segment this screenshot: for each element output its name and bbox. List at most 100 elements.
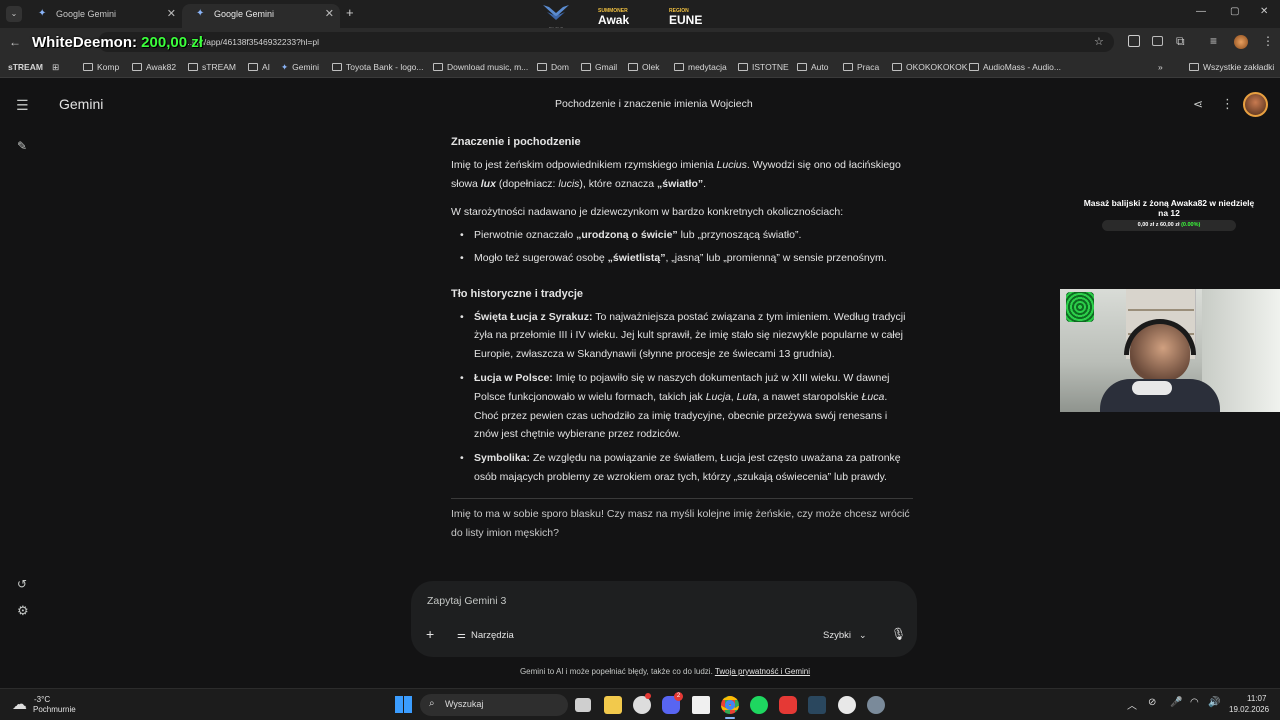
recorder-icon[interactable] [779,696,797,714]
bookmarks-bar: sTREAM ⊞ Komp Awak82 sTREAM AI ✦ Gemini T… [0,56,1280,78]
close-window-icon[interactable]: ✕ [1260,6,1268,17]
tab-gemini-2[interactable]: ✦ Google Gemini ✕ [182,4,340,28]
page-icon [969,63,979,71]
wifi-icon[interactable]: ◠ [1190,697,1199,708]
chevron-down-icon: ⌄ [858,630,867,640]
donation-amount: 200,00 zł [141,34,203,51]
bookmark-okok[interactable]: OKOKOKOKOK [892,60,967,74]
folder-icon [628,63,638,71]
bookmark-praca[interactable]: Praca [843,60,879,74]
extension-icon[interactable] [1128,35,1140,47]
settings-gear-icon[interactable]: ⚙ [17,603,29,619]
folder-icon [581,63,591,71]
bookmark-dom[interactable]: Dom [537,60,569,74]
bookmark-medytacja[interactable]: medytacja [674,60,727,74]
maximize-icon[interactable]: ▢ [1230,6,1239,17]
profile-avatar[interactable] [1234,35,1248,49]
discord-badge: 2 [674,692,683,701]
model-selector[interactable]: Szybki ⌄ [823,630,867,641]
obs-icon[interactable] [838,696,856,714]
conversation-title: Pochodzenie i znaczenie imienia Wojciech [555,98,753,110]
privacy-link[interactable]: Twoja prywatność i Gemini [715,667,810,676]
donor-name: WhiteDeemon: [32,34,137,51]
taskbar-search[interactable]: ⌕ Wyszukaj [420,694,568,716]
tray-chevron-icon[interactable]: ︿ [1127,697,1137,712]
region-name: EUNE [669,13,703,27]
weather-icon[interactable]: ☁ [12,695,27,713]
disclaimer: Gemini to AI i może popełniać błędy, tak… [519,667,811,676]
new-tab-button[interactable]: + [346,5,354,20]
tools-icon: ⚌ [457,630,466,641]
bookmarks-overflow-icon[interactable]: » [1158,60,1163,74]
clock-time[interactable]: 11:07 [1247,694,1266,703]
bookmark-gmail[interactable]: Gmail [581,60,617,74]
stream-goal-widget: Masaż balijski z żoną Awaka82 w niedziel… [1078,198,1260,231]
bookmark-komp[interactable]: Komp [83,60,119,74]
bookmark-auto[interactable]: Auto [797,60,829,74]
bookmark-audiomass[interactable]: AudioMass - Audio... [969,60,1061,74]
section-heading: Tło historyczne i tradycje [451,287,584,300]
bullet-list: Święta Łucja z Syrakuz: To najważniejsza… [451,308,913,487]
apps-grid-icon[interactable]: ⊞ [52,60,59,74]
stream-logo: FN DLP [540,3,572,31]
scroll-fade [420,557,920,581]
media-icon[interactable]: ≡ [1210,34,1217,48]
chrome-icon[interactable] [721,696,739,714]
prompt-input[interactable]: Zapytaj Gemini 3 [427,595,506,607]
volume-icon[interactable]: 🔊 [1208,697,1220,708]
close-icon[interactable]: ✕ [167,4,176,24]
all-bookmarks[interactable]: Wszystkie zakładki [1189,60,1274,74]
task-view-icon[interactable] [575,698,591,712]
bookmark-awak82[interactable]: Awak82 [132,60,176,74]
bookmark-stream[interactable]: sTREAM [8,60,43,74]
list-item: Symbolika: Ze względu na powiązanie ze ś… [451,449,913,487]
tools-button[interactable]: ⚌ Narzędzia [457,630,514,641]
browser-tab-bar: ⌄ ✦ Google Gemini ✕ ✦ Google Gemini ✕ + … [0,0,1280,31]
network-icon[interactable]: ⊘ [1148,697,1156,708]
bookmark-star-icon[interactable]: ☆ [1094,35,1104,48]
back-arrow-icon[interactable]: ← [9,35,21,49]
notification-dot [645,693,651,699]
microphone-icon[interactable]: 🎙 [891,627,906,641]
bookmark-toyota[interactable]: Toyota Bank - logo... [332,60,424,74]
close-icon[interactable]: ✕ [325,4,334,24]
puzzle-icon[interactable]: ⧉ [1176,34,1185,49]
tab-gemini-1[interactable]: ✦ Google Gemini ✕ [24,4,182,28]
bookmark-olek[interactable]: Olek [628,60,659,74]
notes-icon[interactable] [692,696,710,714]
tab-search-button[interactable]: ⌄ [6,6,22,22]
active-app-indicator [725,717,735,719]
share-icon[interactable]: ⋖ [1193,97,1203,111]
history-icon[interactable]: ↺ [17,577,27,591]
folder-icon [188,63,198,71]
bookmark-gemini[interactable]: ✦ Gemini [281,60,319,74]
region-block: REGION EUNE [669,8,702,26]
bookmark-istotne[interactable]: ISTOTNE [738,60,789,74]
start-windows-icon[interactable] [395,696,412,713]
hamburger-menu-icon[interactable]: ☰ [16,97,29,114]
steam-icon[interactable] [808,696,826,714]
bookmark-download-music[interactable]: Download music, m... [433,60,528,74]
bookmark-ai[interactable]: AI [248,60,270,74]
new-chat-icon[interactable]: ✎ [17,139,27,153]
menu-dots-icon[interactable]: ⋮ [1262,34,1274,48]
minimize-icon[interactable]: — [1196,6,1206,17]
paragraph: Imię to jest żeńskim odpowiednikiem rzym… [451,158,901,190]
clock-date[interactable]: 19.02.2026 [1229,705,1269,714]
search-icon: ⌕ [429,698,435,709]
address-bar-row: ← ...om/app/46138f3546932233?hl=pl White… [0,28,1280,56]
user-avatar[interactable] [1243,92,1268,117]
spotify-icon[interactable] [750,696,768,714]
mic-tray-icon[interactable]: 🎤 [1170,697,1182,708]
add-icon[interactable]: + [426,626,434,642]
folder-icon [797,63,807,71]
folder-icon [843,63,853,71]
folder-icon [248,63,258,71]
more-options-icon[interactable]: ⋮ [1221,96,1234,112]
section-heading: Znaczenie i pochodzenie [451,136,581,148]
settings-app-icon[interactable] [867,696,885,714]
file-explorer-icon[interactable] [604,696,622,714]
translate-icon[interactable] [1152,36,1163,46]
bookmark-stream-2[interactable]: sTREAM [188,60,236,74]
folder-icon [1189,63,1199,71]
